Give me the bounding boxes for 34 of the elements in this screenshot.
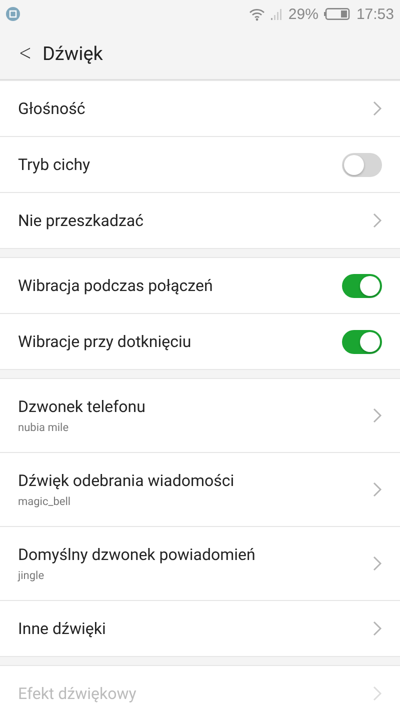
setting-label: Inne dźwięki: [18, 619, 107, 638]
chevron-right-icon: [373, 101, 382, 116]
chevron-right-icon: [373, 213, 382, 228]
clock: 17:53: [356, 6, 394, 22]
chevron-right-icon: [373, 621, 382, 636]
signal-icon: [271, 8, 282, 20]
chevron-right-icon: [373, 556, 382, 571]
chevron-right-icon: [373, 408, 382, 423]
setting-label: Efekt dźwiękowy: [18, 684, 138, 703]
setting-label: Tryb cichy: [18, 155, 92, 174]
setting-value: magic_bell: [18, 495, 72, 508]
notification-icon: [6, 7, 20, 21]
back-button[interactable]: <: [17, 41, 34, 66]
setting-label: Dzwonek telefonu: [18, 397, 146, 416]
screen-title: Dźwięk: [42, 42, 103, 65]
toggle-switch[interactable]: [342, 330, 382, 354]
chevron-right-icon: [373, 482, 382, 497]
chevron-right-icon: [373, 686, 382, 701]
setting-label: Nie przeszkadzać: [18, 211, 145, 230]
setting-value: jingle: [18, 569, 46, 582]
setting-label: Głośność: [18, 99, 86, 118]
toggle-switch[interactable]: [342, 274, 382, 298]
battery-percent: 29%: [288, 6, 318, 22]
settings-row[interactable]: Nie przeszkadzać: [0, 193, 400, 248]
setting-label: Domyślny dzwonek powiadomień: [18, 545, 256, 564]
wifi-icon: [249, 8, 266, 20]
settings-row[interactable]: Inne dźwięki: [0, 601, 400, 656]
setting-label: Dźwięk odebrania wiadomości: [18, 471, 236, 490]
settings-row[interactable]: Wibracje przy dotknięciu: [0, 314, 400, 369]
setting-label: Wibracje przy dotknięciu: [18, 332, 192, 351]
toggle-switch[interactable]: [342, 152, 382, 176]
setting-label: Wibracja podczas połączeń: [18, 276, 214, 295]
battery-icon: [324, 8, 350, 20]
setting-value: nubia mile: [18, 421, 70, 434]
